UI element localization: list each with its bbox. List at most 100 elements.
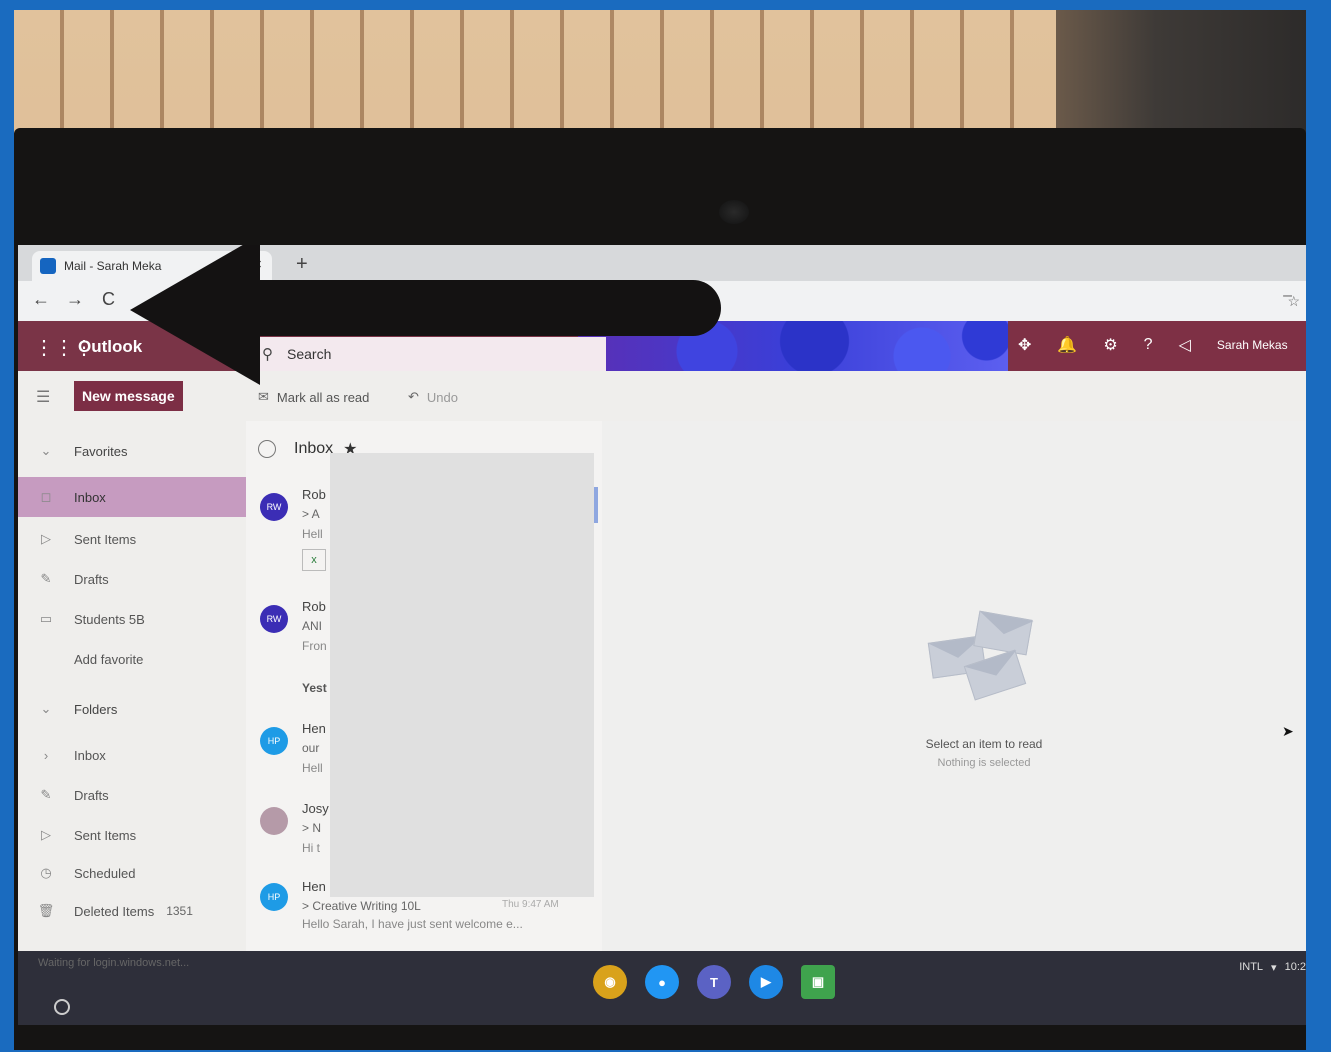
mark-all-read-label: Mark all as read [276, 389, 370, 405]
search-icon: ⚲ [262, 346, 273, 363]
folder-label: Scheduled [74, 865, 136, 881]
folder-deleted-items[interactable]: 🗑 Deleted Items 1351 [18, 891, 246, 931]
nav-item-students-5b[interactable]: ▭ Students 5B [18, 599, 246, 639]
search-placeholder: Search [287, 346, 332, 362]
messages-icon[interactable]: ● [645, 965, 679, 999]
preview: Hi t [302, 841, 320, 855]
avatar: HP [260, 883, 288, 911]
folder-label: Deleted Items [74, 903, 155, 919]
folder-pane: ☰ New message ⌄ Favorites ◻ Inbox ▷ Sent… [18, 371, 246, 951]
teams-icon[interactable]: T [697, 965, 731, 999]
app-dock: ◉ ● T ▶ ▣ [593, 965, 835, 999]
nav-item-label: Students 5B [74, 611, 145, 627]
avatar: HP [260, 727, 288, 755]
reload-icon[interactable]: C [102, 289, 115, 310]
envelope-open-icon: ✉ [258, 389, 269, 404]
folder-label: Inbox [74, 747, 106, 763]
subject: ANI [302, 619, 323, 633]
folder-sent-items[interactable]: ▷ Sent Items [18, 815, 246, 855]
command-bar: ✉ Mark all as read ↶ Undo [246, 371, 1306, 421]
folders-header[interactable]: ⌄ Folders [18, 689, 246, 729]
webcam [719, 200, 749, 224]
system-tray[interactable]: INTL ▾ 10:2 [1239, 961, 1306, 974]
chrome-icon[interactable]: ◉ [593, 965, 627, 999]
empty-state-subtitle: Nothing is selected [937, 757, 1031, 769]
sender: Rob [302, 487, 326, 502]
avatar: RW [260, 605, 288, 633]
sender: Josy [302, 801, 329, 816]
wifi-icon: ▾ [1271, 962, 1277, 974]
gear-icon[interactable]: ⚙ [1103, 335, 1117, 355]
feedback-icon[interactable]: ◁ [1179, 335, 1191, 355]
folder-inbox[interactable]: › Inbox [18, 735, 246, 775]
avatar: RW [260, 493, 288, 521]
nav-item-label: Sent Items [74, 531, 137, 547]
favorites-header[interactable]: ⌄ Favorites [18, 431, 246, 471]
input-method: INTL [1239, 961, 1264, 973]
preview: Hell [302, 761, 323, 775]
undo-icon: ↶ [408, 389, 419, 404]
excel-attachment-icon[interactable]: x [302, 549, 326, 571]
browser-status-text: Waiting for login.windows.net... [38, 957, 190, 969]
bell-icon[interactable]: 🔔 [1057, 335, 1077, 355]
nav-item-sent-items[interactable]: ▷ Sent Items [18, 519, 246, 559]
new-tab-icon[interactable]: + [296, 253, 308, 276]
clock: 10:2 [1284, 961, 1306, 973]
meet-icon[interactable]: ▶ [749, 965, 783, 999]
chevron-down-icon: ⌄ [40, 443, 52, 458]
back-arrow-icon[interactable]: ← [32, 289, 50, 310]
nav-item-label: Inbox [74, 489, 106, 505]
favorites-label: Favorites [74, 443, 128, 459]
folder-label: Sent Items [74, 827, 137, 843]
pencil-icon: ✎ [40, 787, 52, 802]
annotation-arrow-head [130, 245, 260, 385]
folders-label: Folders [74, 701, 118, 717]
preview: Hello Sarah, I have just sent welcome e.… [302, 917, 523, 931]
folder-scheduled[interactable]: ◷ Scheduled [18, 853, 246, 893]
hamburger-icon[interactable]: ☰ [36, 387, 50, 407]
folder-icon: ▭ [39, 611, 53, 626]
preview: Fron [302, 639, 327, 653]
undo-label: Undo [426, 389, 458, 405]
new-message-button[interactable]: New message [74, 381, 183, 411]
inbox-icon: ◻ [40, 489, 52, 504]
search-box[interactable]: ⚲ Search [254, 337, 606, 371]
mark-all-read-button[interactable]: ✉ Mark all as read [258, 389, 369, 405]
sender: Rob [302, 599, 326, 614]
folder-count: 1351 [166, 904, 193, 918]
nav-item-inbox[interactable]: ◻ Inbox [18, 477, 246, 517]
outlook-favicon-icon [40, 258, 56, 274]
bookmark-star-icon[interactable]: ☆ [1287, 293, 1300, 310]
help-icon[interactable]: ? [1144, 336, 1153, 354]
folder-label: Drafts [74, 787, 109, 803]
send-icon: ▷ [41, 531, 51, 546]
folder-drafts[interactable]: ✎ Drafts [18, 775, 246, 815]
classroom-icon[interactable]: ▣ [801, 965, 835, 999]
list-scrollbar[interactable] [594, 487, 598, 523]
launcher-icon[interactable] [54, 999, 70, 1015]
mouse-cursor-icon: ➤ [1282, 723, 1294, 739]
chevron-right-icon: › [43, 747, 49, 763]
meet-now-icon[interactable]: ✥ [1018, 335, 1031, 355]
nav-item-drafts[interactable]: ✎ Drafts [18, 559, 246, 599]
trash-icon: 🗑 [37, 903, 55, 918]
nav-item-label: Drafts [74, 571, 109, 587]
redaction-box [330, 453, 594, 897]
user-name[interactable]: Sarah Mekas [1217, 338, 1288, 352]
day-group-label: Yest [302, 681, 327, 695]
send-icon: ▷ [41, 827, 51, 842]
nav-item-label: Add favorite [74, 651, 144, 667]
subject: > N [302, 821, 322, 835]
preview: Hell [302, 527, 323, 541]
undo-button[interactable]: ↶ Undo [408, 389, 458, 405]
laptop-screen: Mail - Sarah Meka × + ← → C – ☆ ⋮⋮⋮ Outl… [18, 245, 1306, 1025]
select-all-checkbox[interactable] [258, 440, 276, 458]
timestamp: Thu 9:47 AM [502, 899, 559, 910]
add-favorite-link[interactable]: Add favorite [18, 639, 246, 679]
reading-pane: Select an item to read Nothing is select… [602, 421, 1306, 951]
forward-arrow-icon[interactable]: → [66, 289, 84, 310]
subject: our [302, 741, 320, 755]
list-title: Inbox [294, 440, 334, 457]
sender: Hen [302, 879, 326, 894]
subject: > A [302, 507, 320, 521]
